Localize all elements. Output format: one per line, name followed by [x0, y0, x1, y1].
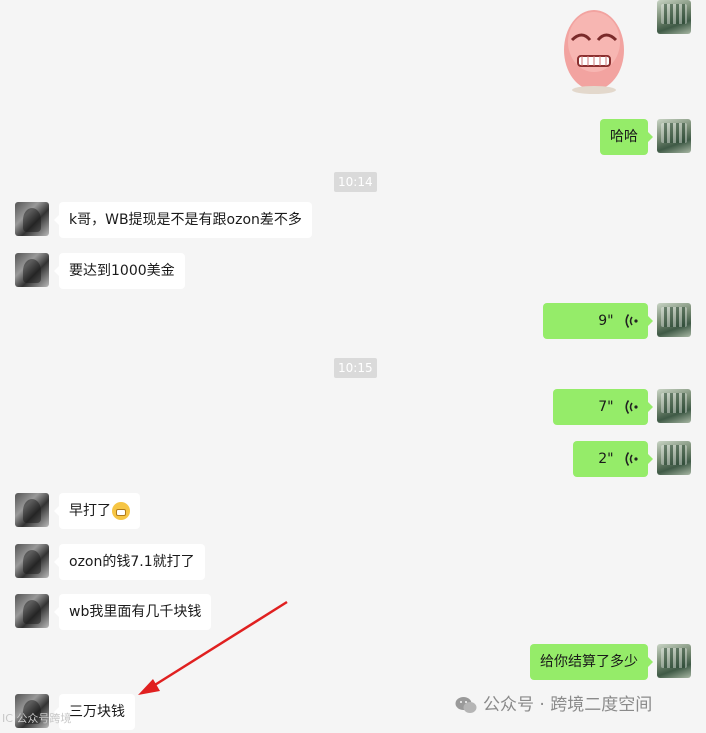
contact-avatar[interactable]: [15, 493, 49, 527]
my-avatar[interactable]: [657, 389, 691, 423]
voice-duration: 9": [598, 313, 614, 329]
angry-face-sticker: [564, 10, 624, 94]
message-text: wb我里面有几千块钱: [69, 604, 202, 620]
message-bubble-incoming[interactable]: 要达到1000美金: [54, 253, 185, 289]
message-bubble-incoming[interactable]: k哥，WB提现是不是有跟ozon差不多: [54, 202, 312, 238]
contact-avatar[interactable]: [15, 594, 49, 628]
message-text: 早打了: [69, 503, 111, 519]
voice-duration: 2": [598, 451, 614, 467]
voice-message-bubble[interactable]: 9": [543, 303, 653, 339]
message-text: ozon的钱7.1就打了: [69, 554, 195, 570]
corner-watermark: IC 公众号跨境: [2, 712, 72, 725]
voice-message-bubble[interactable]: 7": [553, 389, 653, 425]
contact-avatar[interactable]: [15, 253, 49, 287]
voice-duration: 7": [598, 399, 614, 415]
my-avatar[interactable]: [657, 303, 691, 337]
wechat-logo-icon: [455, 697, 477, 713]
voice-message-bubble[interactable]: 2": [573, 441, 653, 477]
contact-avatar[interactable]: [15, 202, 49, 236]
message-text: 三万块钱: [69, 704, 125, 720]
voice-wave-icon: [625, 400, 638, 414]
message-bubble-outgoing[interactable]: 给你结算了多少: [530, 644, 653, 680]
message-text: k哥，WB提现是不是有跟ozon差不多: [69, 212, 302, 228]
voice-wave-icon: [625, 314, 638, 328]
message-text: 给你结算了多少: [540, 654, 638, 670]
my-avatar[interactable]: [657, 644, 691, 678]
voice-wave-icon: [625, 452, 638, 466]
message-bubble-outgoing[interactable]: 哈哈: [600, 119, 653, 155]
watermark: 公众号 · 跨境二度空间: [455, 692, 652, 718]
message-bubble-incoming[interactable]: ozon的钱7.1就打了: [54, 544, 205, 580]
my-avatar[interactable]: [657, 441, 691, 475]
message-text: 要达到1000美金: [69, 263, 175, 279]
message-text: 哈哈: [610, 129, 638, 145]
my-avatar[interactable]: [657, 0, 691, 34]
my-avatar[interactable]: [657, 119, 691, 153]
timestamp: 10:15: [334, 358, 377, 378]
watermark-text: 公众号 · 跨境二度空间: [483, 695, 653, 715]
message-bubble-incoming[interactable]: 早打了: [54, 493, 140, 529]
timestamp: 10:14: [334, 172, 377, 192]
contact-avatar[interactable]: [15, 544, 49, 578]
message-bubble-incoming[interactable]: wb我里面有几千块钱: [53, 594, 212, 630]
grinning-face-emoji: [112, 502, 130, 520]
